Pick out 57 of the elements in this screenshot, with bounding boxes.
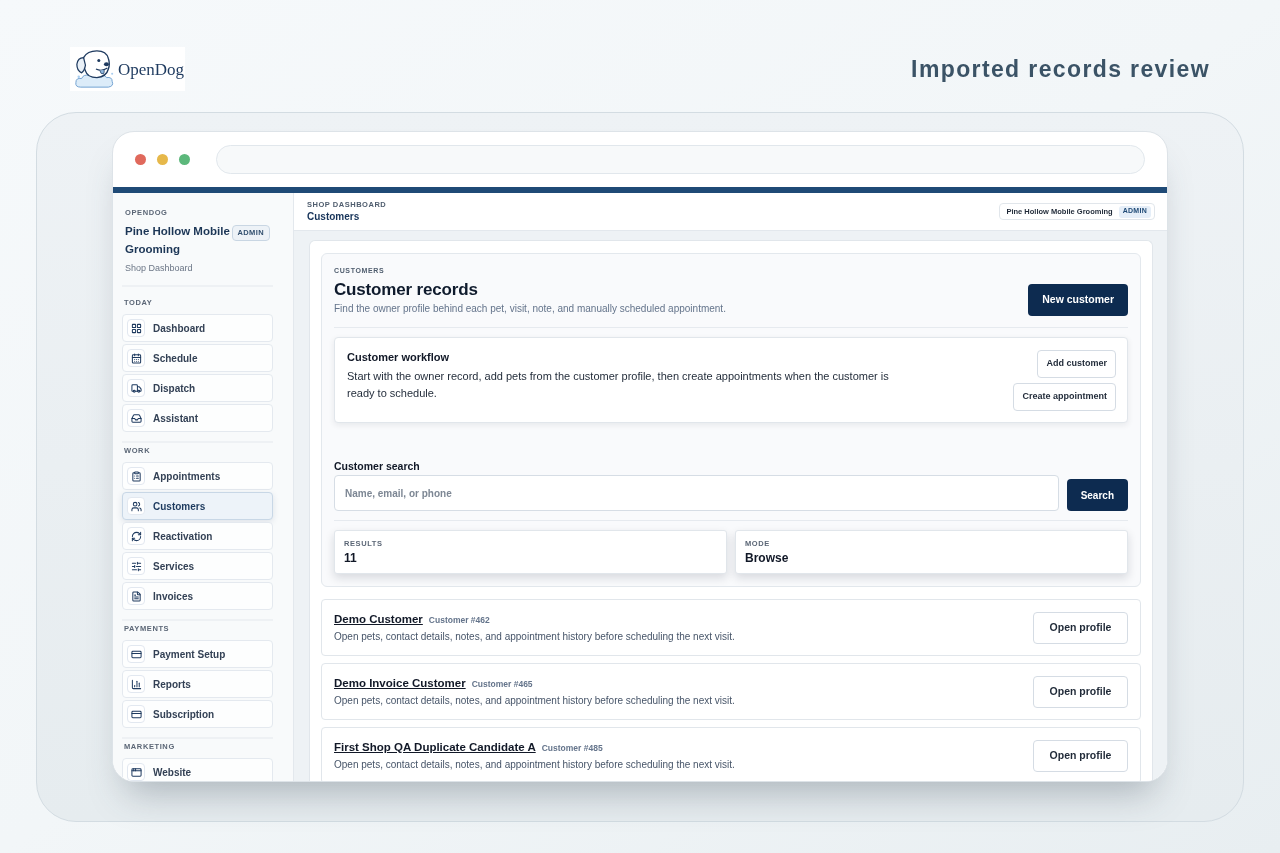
clipboard-icon bbox=[127, 467, 145, 485]
truck-icon bbox=[127, 379, 145, 397]
workflow-button[interactable]: Create appointment bbox=[1013, 383, 1116, 411]
open-profile-button[interactable]: Open profile bbox=[1033, 739, 1128, 772]
inbox-icon bbox=[127, 409, 145, 427]
refresh-icon bbox=[127, 527, 145, 545]
search-button[interactable]: Search bbox=[1066, 479, 1128, 511]
card-icon bbox=[127, 645, 145, 663]
customer-name-link[interactable]: Demo Invoice Customer bbox=[334, 676, 466, 691]
nav-item[interactable]: Services bbox=[122, 552, 273, 580]
search-label: Customer search bbox=[334, 460, 421, 472]
nav-item[interactable]: Payment Setup bbox=[122, 640, 273, 668]
logo-text: OpenDog bbox=[118, 60, 185, 78]
close-window-icon[interactable] bbox=[135, 154, 146, 165]
customer-number: Customer #462 bbox=[428, 614, 490, 627]
sidebar-subtitle: Shop Dashboard bbox=[125, 262, 194, 274]
open-profile-button[interactable]: Open profile bbox=[1033, 611, 1128, 644]
new-customer-button[interactable]: New customer bbox=[1028, 284, 1128, 316]
bar-chart-icon bbox=[127, 675, 145, 693]
nav-item[interactable]: Reports bbox=[122, 670, 273, 698]
customer-description: Open pets, contact details, notes, and appointment history before scheduling the next visit. bbox=[334, 630, 735, 643]
nav-item[interactable]: Assistant bbox=[122, 404, 273, 432]
customer-description: Open pets, contact details, notes, and appointment history before scheduling the next visit. bbox=[334, 758, 735, 771]
stat-value: 11 bbox=[344, 550, 358, 566]
calendar-icon bbox=[127, 349, 145, 367]
card-icon bbox=[127, 705, 145, 723]
customer-description: Open pets, contact details, notes, and appointment history before scheduling the next visit. bbox=[334, 694, 735, 707]
customer-name-link[interactable]: First Shop QA Duplicate Candidate A bbox=[334, 740, 536, 755]
stat-value: Browse bbox=[745, 550, 790, 566]
nav-item[interactable]: Invoices bbox=[122, 582, 273, 610]
customer-name-link[interactable]: Demo Customer bbox=[334, 612, 423, 627]
minimize-window-icon[interactable] bbox=[157, 154, 168, 165]
nav-item[interactable]: Schedule bbox=[122, 344, 273, 372]
page-title: Imported records review bbox=[911, 57, 1210, 81]
workflow-text: Start with the owner record, add pets from the customer profile, then create appointments when the customer is ready to schedule. bbox=[347, 369, 890, 401]
users-icon bbox=[127, 497, 145, 515]
sliders-icon bbox=[127, 557, 145, 575]
workflow-title: Customer workflow bbox=[347, 350, 451, 364]
search-field[interactable]: Name, email, or phone bbox=[334, 475, 1059, 511]
nav-item[interactable]: Website bbox=[122, 758, 273, 781]
shop-name: Pine Hollow Mobile Grooming bbox=[125, 224, 231, 257]
nav-item[interactable]: Customers bbox=[122, 492, 273, 520]
customer-number: Customer #465 bbox=[471, 678, 533, 691]
nav-item[interactable]: Reactivation bbox=[122, 522, 273, 550]
document-icon bbox=[127, 587, 145, 605]
nav-item[interactable]: Dashboard bbox=[122, 314, 273, 342]
panel-subtitle: Find the owner profile behind each pet, visit, note, and manually scheduled appointment. bbox=[334, 302, 726, 315]
panel-title: Customer records bbox=[334, 279, 479, 301]
zoom-window-icon[interactable] bbox=[179, 154, 190, 165]
nav-item[interactable]: Appointments bbox=[122, 462, 273, 490]
nav-item[interactable]: Subscription bbox=[122, 700, 273, 728]
customer-number: Customer #485 bbox=[541, 742, 603, 755]
nav-item[interactable]: Dispatch bbox=[122, 374, 273, 402]
top-bar-title: Customers bbox=[307, 210, 361, 224]
workflow-button[interactable]: Add customer bbox=[1037, 350, 1116, 378]
grid-icon bbox=[127, 319, 145, 337]
open-profile-button[interactable]: Open profile bbox=[1033, 675, 1128, 708]
